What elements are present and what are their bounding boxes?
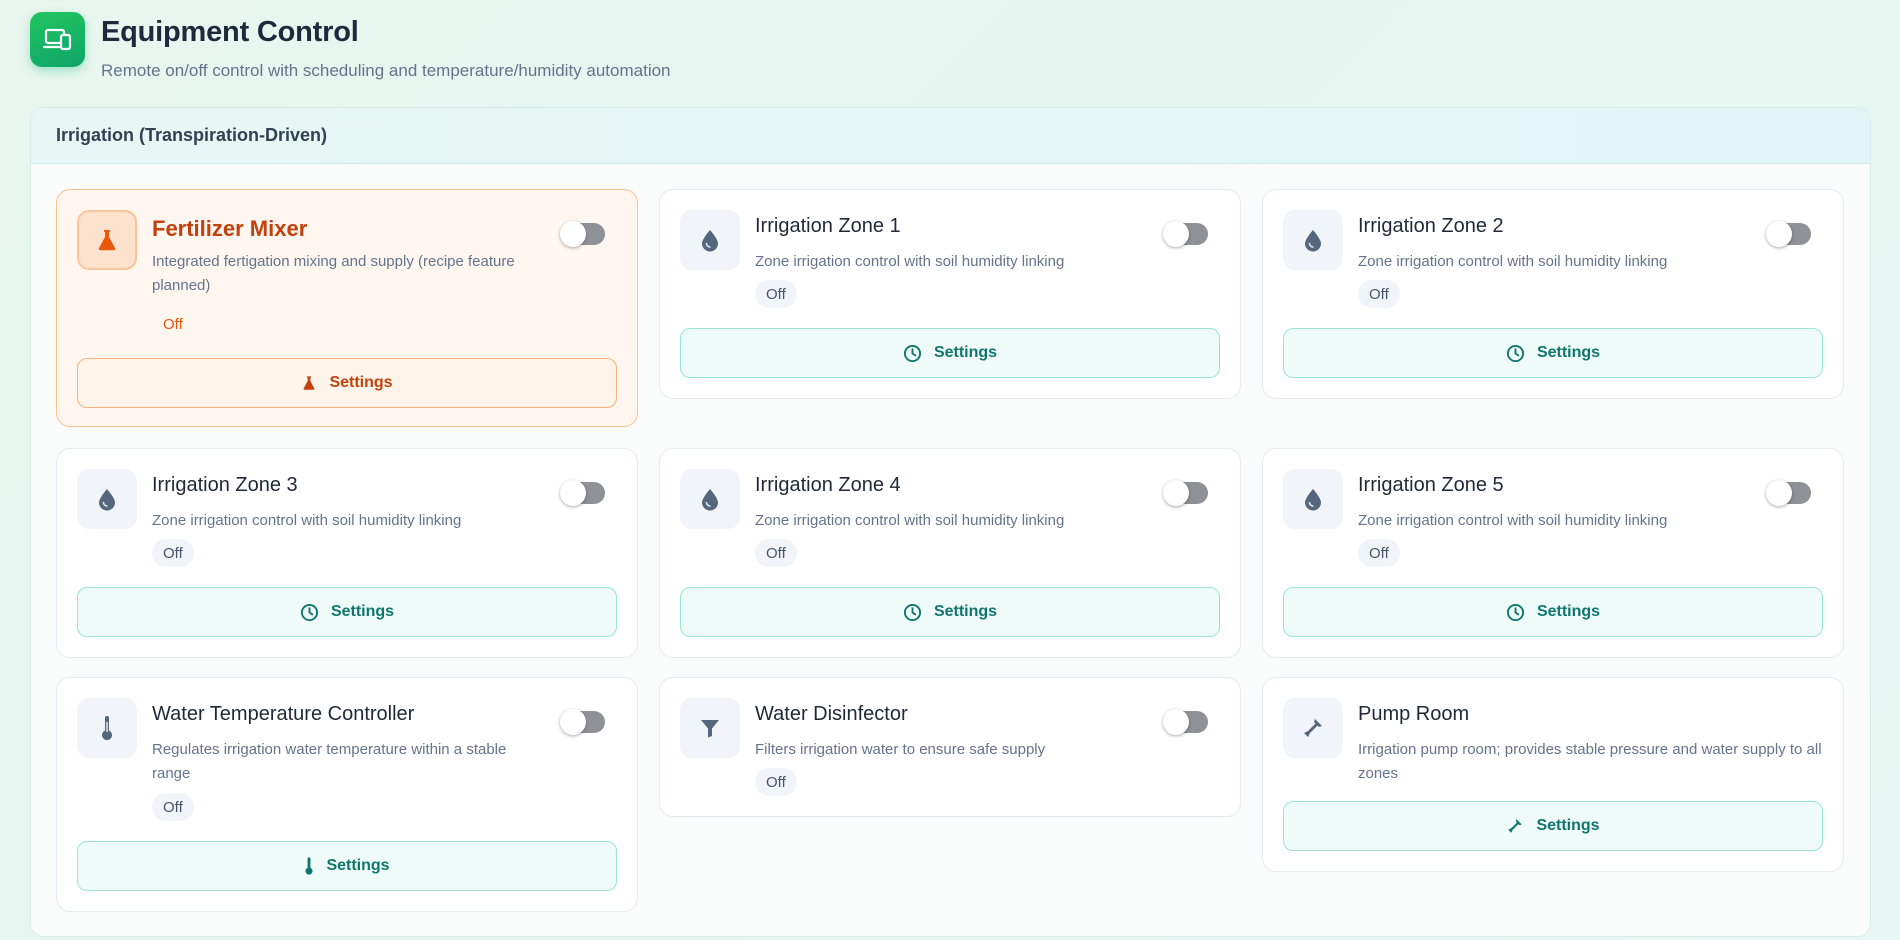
device-description: Integrated fertigation mixing and supply… — [152, 253, 515, 294]
toggle-knob — [560, 709, 586, 735]
equipment-control-page: Equipment Control Remote on/off control … — [0, 0, 1900, 940]
settings-button[interactable]: Settings — [1283, 801, 1823, 851]
clock-icon — [300, 603, 319, 622]
device-card-fertilizer-mixer: Fertilizer Mixer Integrated fertigation … — [56, 189, 638, 427]
page-subtitle: Remote on/off control with scheduling an… — [101, 61, 671, 80]
device-title: Irrigation Zone 4 — [755, 474, 901, 496]
device-description: Zone irrigation control with soil humidi… — [1358, 512, 1668, 529]
device-title: Irrigation Zone 2 — [1358, 215, 1504, 237]
power-toggle[interactable] — [1163, 480, 1208, 506]
filter-funnel-icon — [680, 698, 740, 758]
device-title: Water Temperature Controller — [152, 703, 415, 725]
device-description: Zone irrigation control with soil humidi… — [755, 512, 1065, 529]
clock-icon — [903, 603, 922, 622]
toggle-knob — [1163, 480, 1189, 506]
power-toggle[interactable] — [1766, 480, 1811, 506]
power-toggle[interactable] — [560, 221, 605, 247]
toggle-knob — [560, 480, 586, 506]
settings-button-label: Settings — [330, 603, 395, 620]
status-badge: Off — [755, 768, 797, 796]
device-title: Fertilizer Mixer — [152, 216, 308, 241]
toggle-knob — [1163, 709, 1189, 735]
pipe-wrench-icon — [1506, 817, 1524, 835]
settings-button[interactable]: Settings — [77, 841, 617, 891]
status-badge: Off — [163, 315, 183, 333]
settings-button[interactable]: Settings — [1283, 328, 1823, 378]
water-drop-icon — [1283, 210, 1343, 270]
settings-button[interactable]: Settings — [1283, 587, 1823, 637]
settings-button-label: Settings — [933, 344, 998, 361]
water-drop-icon — [680, 469, 740, 529]
device-description: Zone irrigation control with soil humidi… — [1358, 253, 1668, 270]
settings-button-label: Settings — [326, 857, 390, 874]
settings-button[interactable]: Settings — [680, 587, 1220, 637]
settings-button[interactable]: Settings — [77, 358, 617, 408]
settings-button-label: Settings — [329, 374, 393, 391]
flask-icon — [77, 210, 137, 270]
toggle-knob — [1163, 221, 1189, 247]
device-card-irrigation-zone-3: Irrigation Zone 3 Zone irrigation contro… — [56, 448, 638, 658]
power-toggle[interactable] — [1163, 709, 1208, 735]
status-badge: Off — [755, 280, 797, 308]
thermometer-icon — [77, 698, 137, 758]
device-card-water-temperature-controller: Water Temperature Controller Regulates i… — [56, 677, 638, 912]
device-description: Zone irrigation control with soil humidi… — [755, 253, 1065, 270]
water-drop-icon — [1283, 469, 1343, 529]
page-title: Equipment Control — [101, 16, 359, 48]
status-badge: Off — [1358, 539, 1400, 567]
device-card-irrigation-zone-4: Irrigation Zone 4 Zone irrigation contro… — [659, 448, 1241, 658]
power-toggle[interactable] — [560, 709, 605, 735]
settings-button-label: Settings — [1536, 344, 1601, 361]
device-title: Water Disinfector — [755, 703, 908, 725]
toggle-knob — [560, 221, 586, 247]
thermometer-icon — [304, 856, 314, 876]
status-badge: Off — [755, 539, 797, 567]
device-card-irrigation-zone-2: Irrigation Zone 2 Zone irrigation contro… — [1262, 189, 1844, 399]
devices-icon — [30, 12, 85, 67]
device-grid: Fertilizer Mixer Integrated fertigation … — [31, 108, 1870, 936]
status-badge: Off — [152, 793, 194, 821]
settings-button-label: Settings — [933, 603, 998, 620]
device-card-pump-room: Pump Room Irrigation pump room; provides… — [1262, 677, 1844, 872]
clock-icon — [903, 344, 922, 363]
clock-icon — [1506, 344, 1525, 363]
device-description: Irrigation pump room; provides stable pr… — [1358, 741, 1822, 782]
status-badge: Off — [1358, 280, 1400, 308]
pipe-wrench-icon — [1283, 698, 1343, 758]
clock-icon — [1506, 603, 1525, 622]
power-toggle[interactable] — [1163, 221, 1208, 247]
settings-button[interactable]: Settings — [77, 587, 617, 637]
power-toggle[interactable] — [560, 480, 605, 506]
device-title: Irrigation Zone 1 — [755, 215, 901, 237]
device-card-irrigation-zone-1: Irrigation Zone 1 Zone irrigation contro… — [659, 189, 1241, 399]
device-card-irrigation-zone-5: Irrigation Zone 5 Zone irrigation contro… — [1262, 448, 1844, 658]
page-header: Equipment Control Remote on/off control … — [30, 12, 1870, 106]
device-description: Filters irrigation water to ensure safe … — [755, 741, 1046, 758]
status-badge: Off — [152, 539, 194, 567]
flask-icon — [301, 375, 317, 391]
settings-button[interactable]: Settings — [680, 328, 1220, 378]
device-title: Irrigation Zone 5 — [1358, 474, 1504, 496]
toggle-knob — [1766, 480, 1792, 506]
irrigation-panel: Irrigation (Transpiration-Driven) Fertil… — [30, 107, 1871, 937]
device-title: Pump Room — [1358, 703, 1470, 725]
power-toggle[interactable] — [1766, 221, 1811, 247]
toggle-knob — [1766, 221, 1792, 247]
device-title: Irrigation Zone 3 — [152, 474, 298, 496]
device-card-water-disinfector: Water Disinfector Filters irrigation wat… — [659, 677, 1241, 817]
device-description: Zone irrigation control with soil humidi… — [152, 512, 462, 529]
water-drop-icon — [77, 469, 137, 529]
device-description: Regulates irrigation water temperature w… — [152, 741, 507, 782]
settings-button-label: Settings — [1536, 817, 1600, 834]
water-drop-icon — [680, 210, 740, 270]
settings-button-label: Settings — [1536, 603, 1601, 620]
